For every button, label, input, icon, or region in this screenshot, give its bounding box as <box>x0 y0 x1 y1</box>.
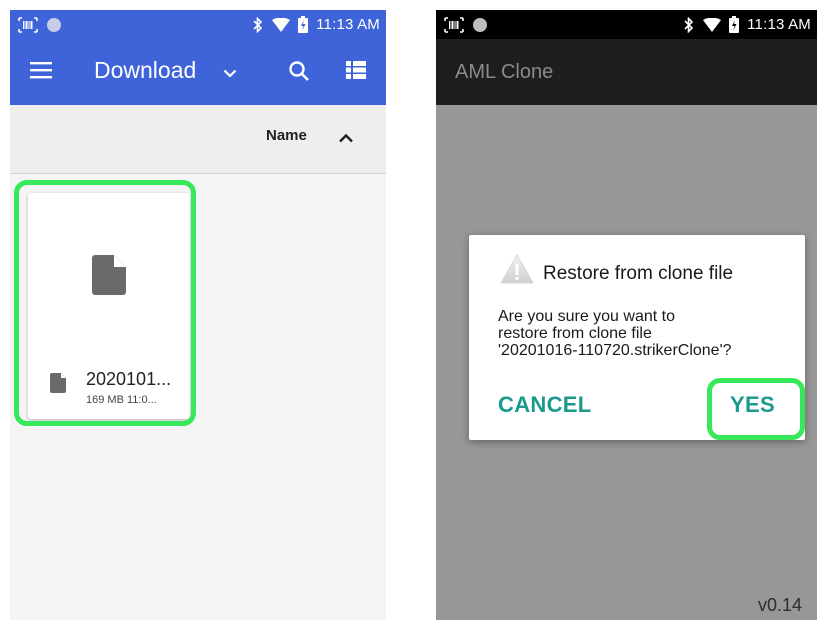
highlight-frame <box>14 180 196 426</box>
chevron-down-icon[interactable] <box>223 65 237 83</box>
cancel-button[interactable]: CANCEL <box>498 392 591 418</box>
sort-bar: Name <box>10 105 386 174</box>
bluetooth-icon <box>683 16 695 33</box>
folder-title[interactable]: Download <box>94 57 196 84</box>
left-phone-screen: 11:13 AM Download Name 2020101... 169 MB… <box>10 10 386 620</box>
barcode-scanner-icon <box>444 16 464 33</box>
list-view-icon[interactable] <box>346 61 366 84</box>
wifi-icon <box>272 17 291 32</box>
battery-charging-icon <box>729 16 740 33</box>
highlight-frame <box>707 378 805 440</box>
barcode-scanner-icon <box>18 16 38 33</box>
dialog-message-line: Are you sure you want to <box>498 308 675 325</box>
sync-status-icon <box>472 17 488 33</box>
dialog-message-line: restore from clone file <box>498 325 652 342</box>
warning-icon <box>500 253 534 289</box>
battery-charging-icon <box>298 16 309 33</box>
sync-status-icon <box>46 17 62 33</box>
dialog-title: Restore from clone file <box>543 263 734 284</box>
status-bar: 11:13 AM <box>10 10 386 39</box>
version-label: v0.14 <box>758 595 803 615</box>
app-bar: AML Clone <box>436 39 817 105</box>
status-bar: 11:13 AM <box>436 10 817 39</box>
dialog-message-line: '20201016-110720.strikerClone'? <box>498 342 732 359</box>
right-phone-screen: 11:13 AM AML Clone Restore from clone fi… <box>436 10 817 620</box>
app-title: AML Clone <box>455 61 554 83</box>
chevron-up-icon[interactable] <box>338 130 354 148</box>
sort-by-name-button[interactable]: Name <box>266 127 307 144</box>
bluetooth-icon <box>252 16 264 33</box>
wifi-icon <box>703 17 722 32</box>
dialog-message: Are you sure you want to restore from cl… <box>498 308 798 359</box>
status-time: 11:13 AM <box>747 16 811 33</box>
app-bar: Download <box>10 39 386 105</box>
search-icon[interactable] <box>288 60 310 87</box>
hamburger-menu-icon[interactable] <box>30 61 52 84</box>
status-time: 11:13 AM <box>316 16 380 33</box>
